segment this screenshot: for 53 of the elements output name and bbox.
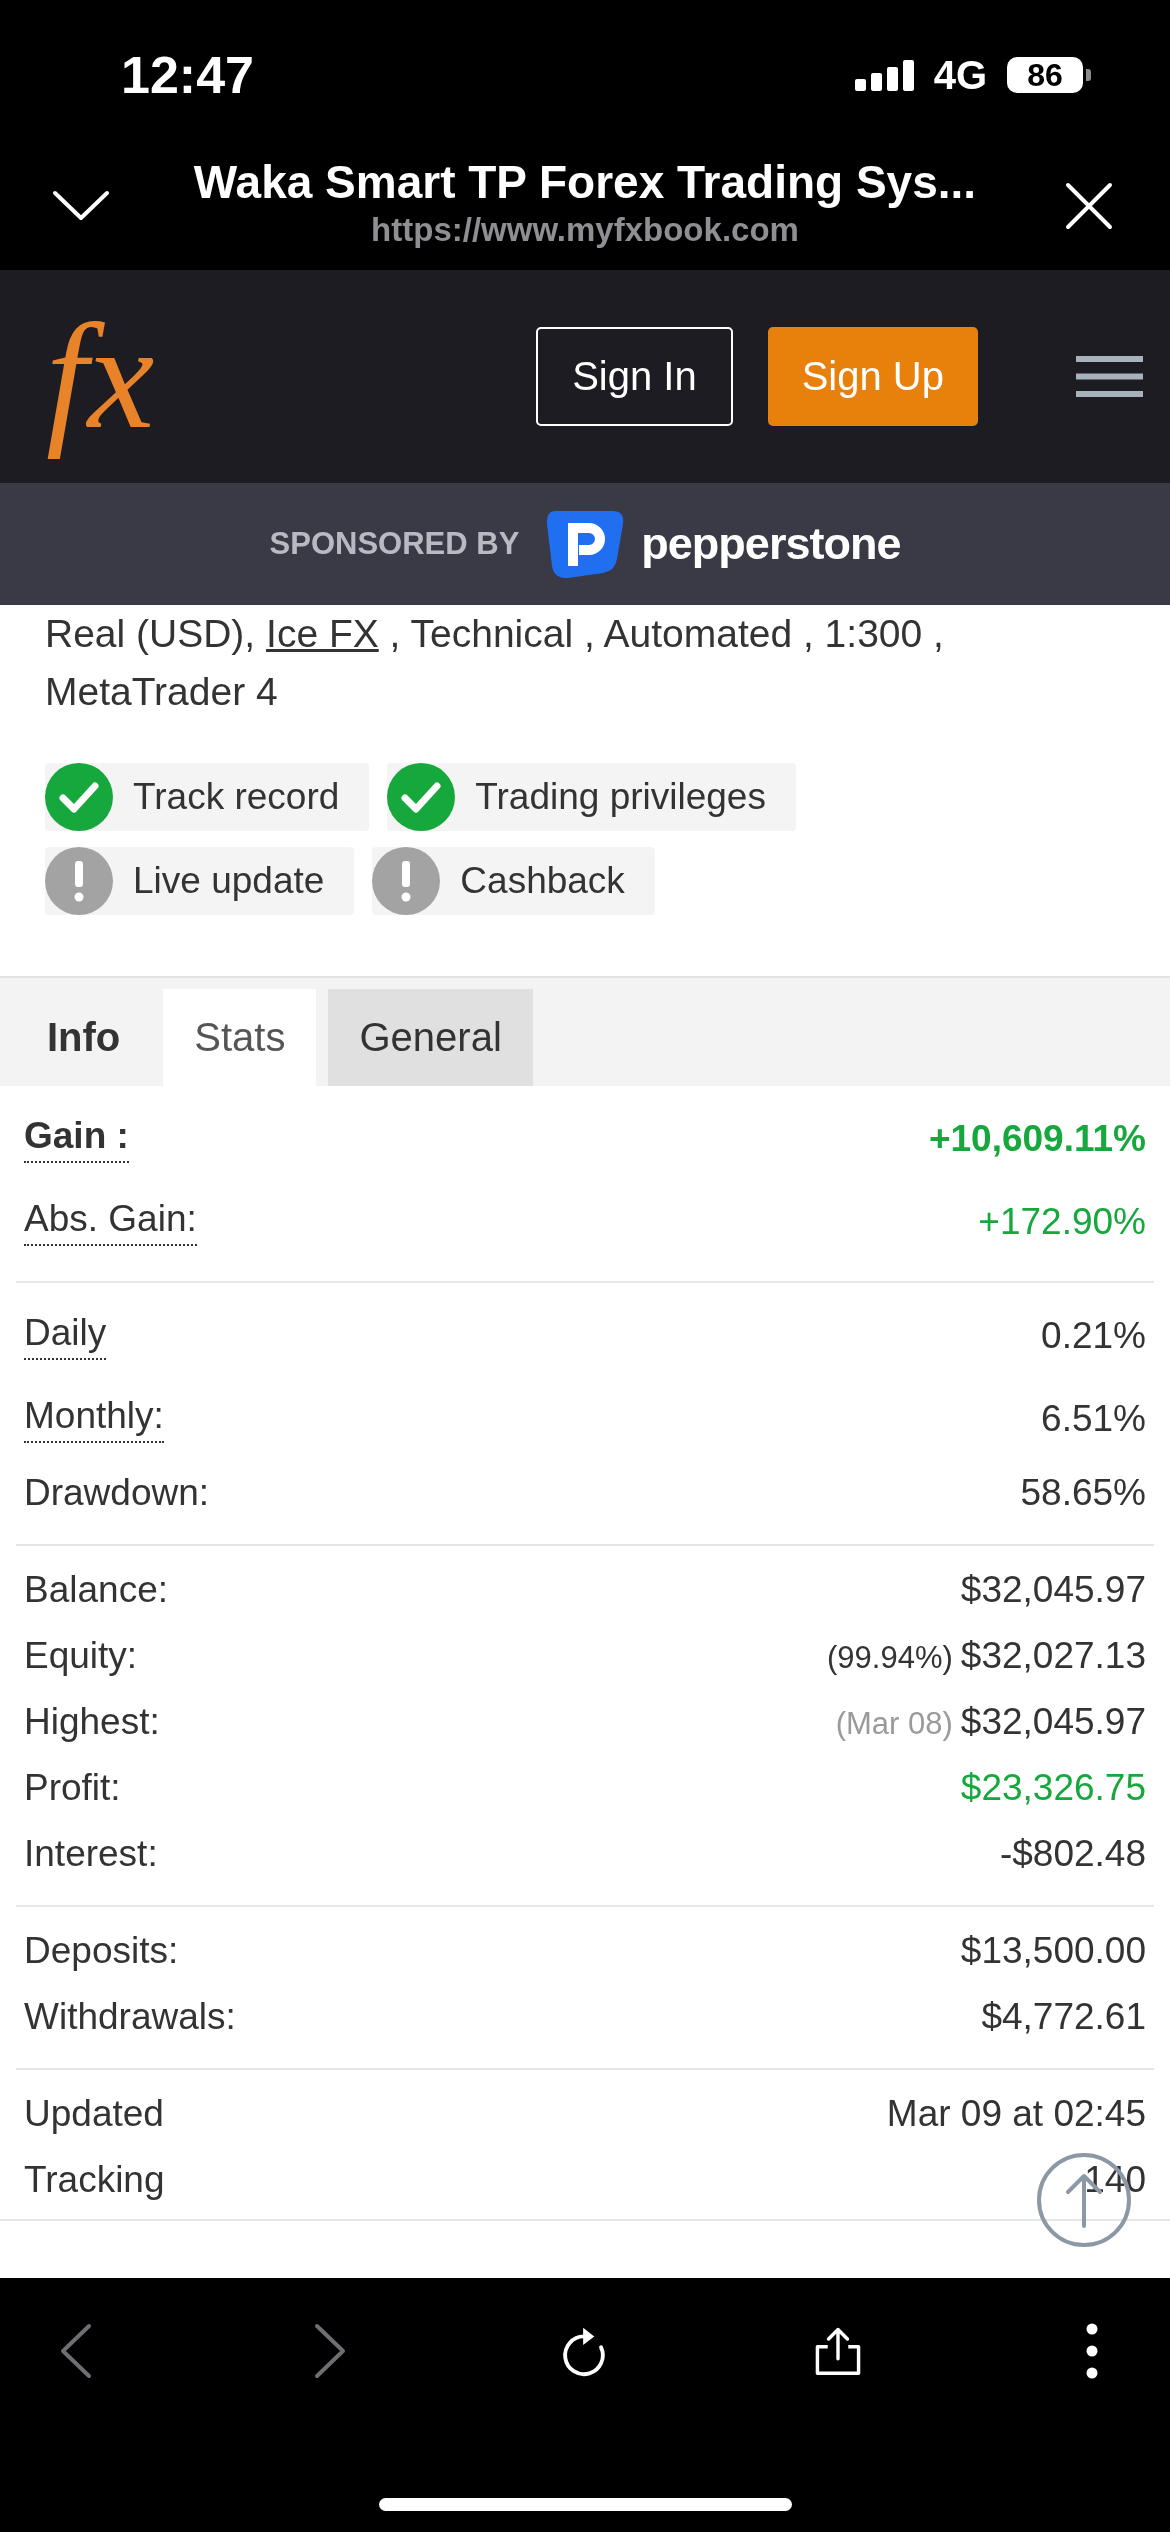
- sign-in-button[interactable]: Sign In: [536, 327, 733, 426]
- stat-value: $32,045.97: [960, 1701, 1146, 1743]
- badge-label: Track record: [133, 776, 340, 818]
- stat-value: -$802.48: [999, 1833, 1146, 1875]
- badge-label: Trading privileges: [475, 776, 766, 818]
- stat-label: Withdrawals:: [24, 1994, 236, 2039]
- sponsor-banner[interactable]: SPONSORED BY pepperstone: [0, 483, 1170, 605]
- stat-label: Updated: [24, 2091, 164, 2136]
- page-title: Waka Smart TP Forex Trading Sys...: [193, 156, 977, 208]
- stat-label[interactable]: Gain :: [24, 1114, 129, 1163]
- chevron-down-icon[interactable]: [52, 189, 110, 221]
- stat-label: Deposits:: [24, 1928, 179, 1973]
- stat-value: $4,772.61: [981, 1996, 1146, 2038]
- stat-label: Profit:: [24, 1765, 121, 1810]
- stat-label[interactable]: Daily: [24, 1311, 107, 1360]
- broker-link[interactable]: Ice FX: [266, 612, 379, 655]
- tab[interactable]: Info: [16, 989, 152, 1086]
- site-logo[interactable]: fx: [30, 290, 169, 463]
- stat-label: Highest:: [24, 1699, 160, 1744]
- stat-value: +10,609.11%: [928, 1117, 1146, 1160]
- stat-note: (Mar 08): [835, 1706, 953, 1742]
- menu-icon[interactable]: [1076, 356, 1143, 397]
- stat-value: $32,045.97: [960, 1569, 1146, 1611]
- stat-label[interactable]: Abs. Gain:: [24, 1197, 197, 1246]
- stat-value: 6.51%: [1041, 1397, 1146, 1440]
- stat-value: +172.90%: [978, 1200, 1146, 1243]
- close-icon[interactable]: [1065, 182, 1113, 230]
- network-label: 4G: [933, 52, 987, 98]
- stat-label[interactable]: Monthly:: [24, 1394, 164, 1443]
- stat-value: 0.21%: [1041, 1314, 1146, 1357]
- page-url: https://www.myfxbook.com: [371, 210, 799, 250]
- battery-indicator: 86: [1007, 57, 1091, 93]
- stat-value: Mar 09 at 02:45: [886, 2093, 1146, 2135]
- tab[interactable]: Stats: [163, 989, 317, 1086]
- stat-label: Interest:: [24, 1831, 158, 1876]
- stat-value: $13,500.00: [960, 1930, 1146, 1972]
- stat-label: Equity:: [24, 1633, 138, 1678]
- tab[interactable]: General: [328, 989, 533, 1086]
- status-time: 12:47: [121, 45, 254, 105]
- badge-label: Cashback: [460, 860, 625, 902]
- stat-label: Balance:: [24, 1567, 168, 1612]
- stat-value: $32,027.13: [960, 1635, 1146, 1677]
- stat-value: $23,326.75: [960, 1767, 1146, 1809]
- stat-note: (99.94%): [827, 1640, 953, 1676]
- more-icon[interactable]: [1086, 2323, 1098, 2379]
- account-info-text: Real (USD), Ice FX , Technical , Automated , 1:300 , MetaTrader 4: [45, 611, 945, 715]
- stat-label: Tracking: [24, 2157, 165, 2202]
- stat-value: 58.65%: [1020, 1472, 1146, 1514]
- sponsor-name: pepperstone: [641, 518, 901, 570]
- stat-label: Drawdown:: [24, 1470, 210, 1515]
- badge-label: Live update: [133, 860, 325, 902]
- signal-icon: [854, 59, 914, 91]
- sponsor-label: SPONSORED BY: [269, 526, 520, 562]
